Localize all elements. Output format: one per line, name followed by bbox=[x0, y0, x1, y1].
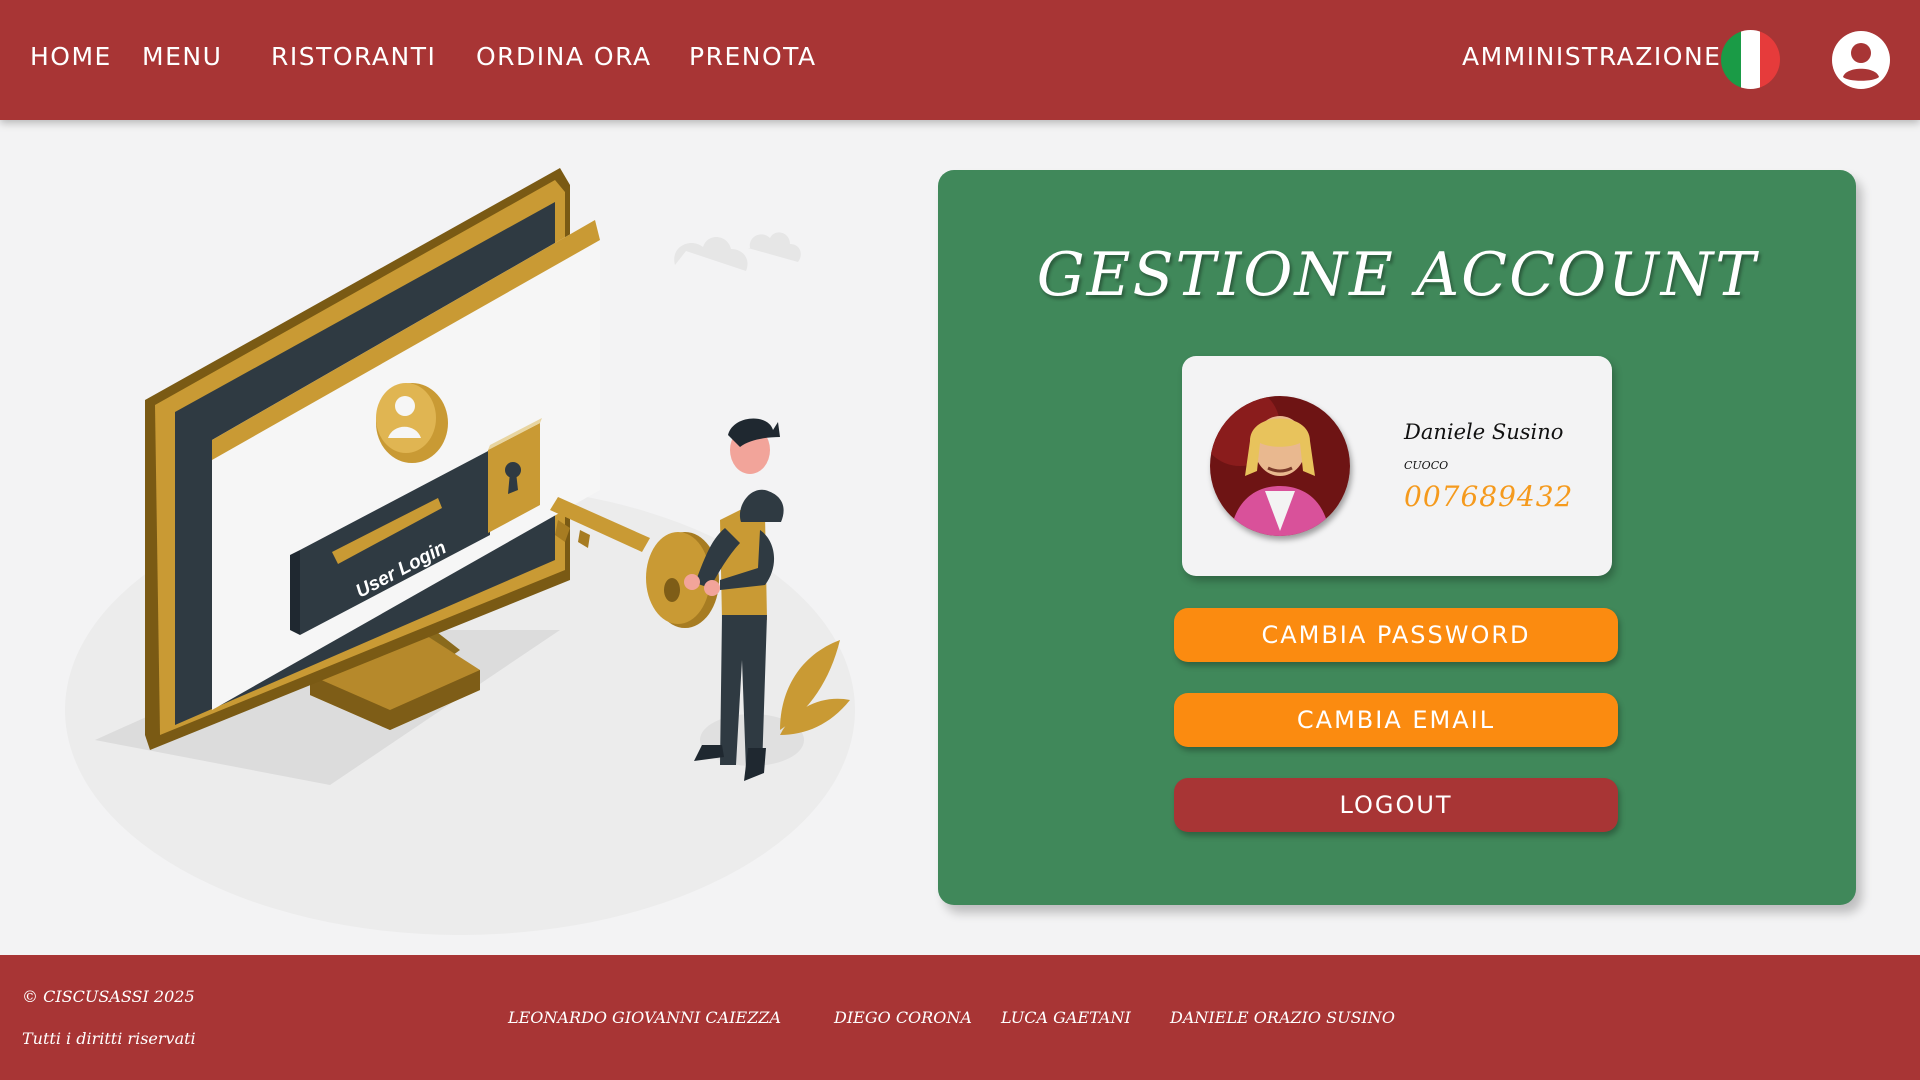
footer-author: DIEGO CORONA bbox=[834, 1008, 972, 1027]
account-management-panel: GESTIONE ACCOUNT Daniele Susino cuoco 00… bbox=[938, 170, 1856, 905]
footer-author: DANIELE ORAZIO SUSINO bbox=[1170, 1008, 1395, 1027]
logout-button[interactable]: LOGOUT bbox=[1174, 778, 1618, 832]
change-email-button[interactable]: CAMBIA EMAIL bbox=[1174, 693, 1618, 747]
nav-ristoranti-link[interactable]: RISTORANTI bbox=[271, 42, 436, 71]
profile-card: Daniele Susino cuoco 007689432 bbox=[1182, 356, 1612, 576]
profile-phone: 007689432 bbox=[1404, 480, 1574, 513]
cloud-icon bbox=[674, 232, 801, 271]
top-navbar: HOME MENU RISTORANTI ORDINA ORA PRENOTA … bbox=[0, 0, 1920, 120]
user-circle-icon[interactable] bbox=[1832, 31, 1890, 89]
footer: © CISCUSASSI 2025 Tutti i diritti riserv… bbox=[0, 955, 1920, 1080]
footer-author: LEONARDO GIOVANNI CAIEZZA bbox=[508, 1008, 782, 1027]
login-illustration: User Login bbox=[65, 168, 855, 935]
nav-ordina-ora-link[interactable]: ORDINA ORA bbox=[476, 42, 652, 71]
profile-role: cuoco bbox=[1404, 454, 1449, 473]
profile-name: Daniele Susino bbox=[1404, 420, 1564, 444]
footer-rights: Tutti i diritti riservati bbox=[22, 1029, 196, 1048]
footer-author: LUCA GAETANI bbox=[1001, 1008, 1131, 1027]
nav-home-link[interactable]: HOME bbox=[30, 42, 112, 71]
nav-amministrazione-link[interactable]: AMMINISTRAZIONE bbox=[1462, 42, 1721, 71]
avatar bbox=[1210, 396, 1350, 536]
nav-menu-link[interactable]: MENU bbox=[142, 42, 222, 71]
footer-copyright: © CISCUSASSI 2025 bbox=[22, 987, 195, 1006]
change-password-button[interactable]: CAMBIA PASSWORD bbox=[1174, 608, 1618, 662]
italian-flag-icon[interactable] bbox=[1721, 30, 1780, 89]
page-title: GESTIONE ACCOUNT bbox=[1036, 240, 1758, 310]
nav-prenota-link[interactable]: PRENOTA bbox=[689, 42, 817, 71]
